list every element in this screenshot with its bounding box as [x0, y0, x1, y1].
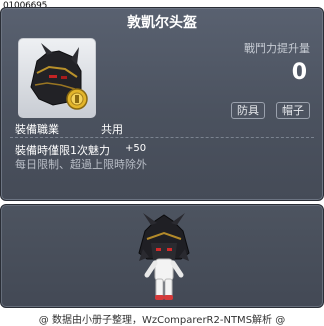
- restriction-note: 每日限制、超過上限時除外: [15, 158, 147, 171]
- dark-helmet-with-gold-medal-icon: [30, 43, 88, 110]
- character-wearing-helmet-avatar: [138, 213, 190, 300]
- item-tooltip: 敦凱尔头盔 戰鬥力提升量 0 防具 帽子 裝備職業 共用 裝備時僅限1次魅力 +…: [0, 7, 324, 201]
- equip-effect-value: +50: [125, 143, 147, 154]
- tooltip-divider: [10, 137, 314, 138]
- item-icon-frame: [18, 38, 96, 118]
- required-job-value: 共用: [101, 123, 123, 136]
- footer-credit: @ 数据由小册子整理，WzComparerR2-NTMS解析 @: [38, 315, 286, 326]
- combat-power-label: 戰鬥力提升量: [244, 42, 310, 55]
- tag-hat: 帽子: [276, 102, 310, 119]
- combat-power-value: 0: [291, 60, 307, 85]
- required-job-label: 裝備職業: [15, 123, 59, 136]
- item-title: 敦凱尔头盔: [127, 15, 197, 31]
- tag-armor: 防具: [231, 102, 265, 119]
- character-preview-panel: [0, 204, 324, 308]
